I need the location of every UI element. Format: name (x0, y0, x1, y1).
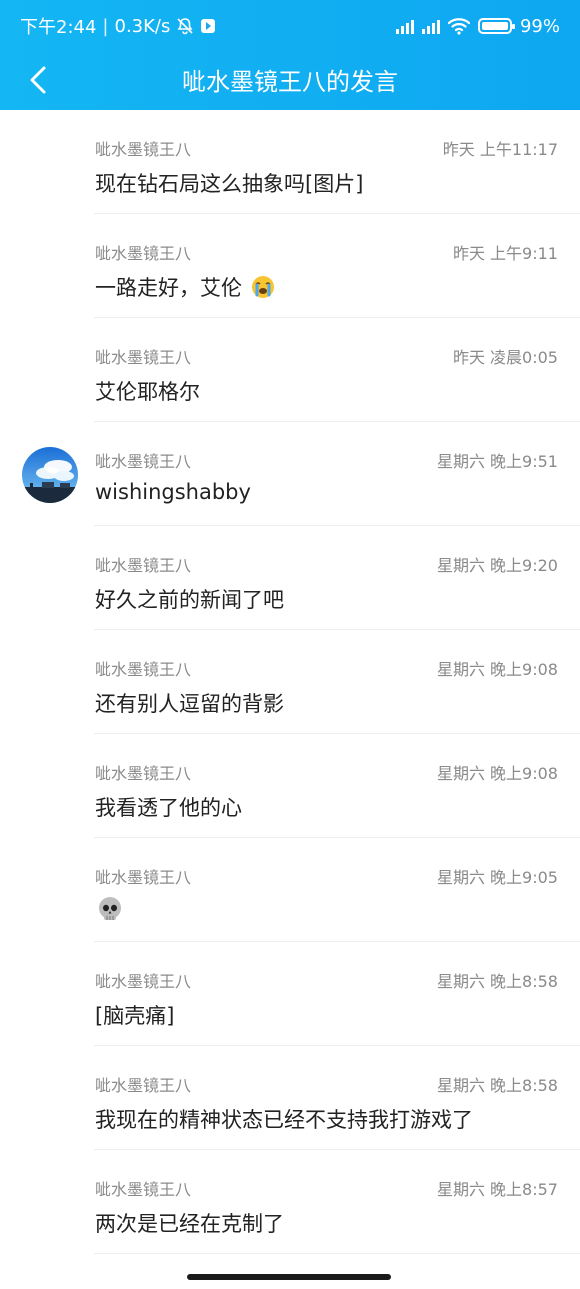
message-time: 星期六 晚上9:08 (436, 764, 558, 783)
message-meta: 呲水墨镜王八 星期六 晚上8:58 (95, 968, 558, 991)
message-text: 我现在的精神状态已经不支持我打游戏了 (95, 1108, 473, 1132)
avatar[interactable] (22, 447, 78, 503)
list-item[interactable]: 呲水墨镜王八 星期六 晚上8:58 [脑壳痛] (0, 942, 580, 1046)
message-text: 我看透了他的心 (95, 796, 242, 820)
signal-icon (421, 18, 440, 34)
author-name: 呲水墨镜王八 (95, 868, 192, 887)
signal-icon (395, 18, 414, 34)
status-left: 下午2:44 | 0.3K/s (20, 13, 216, 39)
list-item[interactable]: 呲水墨镜王八 星期六 晚上9:08 我看透了他的心 (0, 734, 580, 838)
message-text: 艾伦耶格尔 (95, 380, 200, 404)
message-text: 两次是已经在克制了 (95, 1212, 284, 1236)
message-content: 一路走好，艾伦 (95, 272, 558, 304)
message-text: 还有别人逗留的背影 (95, 692, 284, 716)
status-speed: 0.3K/s (114, 15, 171, 37)
list-item[interactable]: 呲水墨镜王八 昨天 上午9:11 一路走好，艾伦 (0, 214, 580, 318)
message-meta: 呲水墨镜王八 星期六 晚上9:20 (95, 552, 558, 575)
author-name: 呲水墨镜王八 (95, 244, 192, 263)
status-separator: | (102, 15, 109, 37)
message-time: 星期六 晚上9:05 (436, 868, 558, 887)
app-header: 下午2:44 | 0.3K/s 99% 呲水墨镜王八的发言 (0, 0, 580, 110)
author-name: 呲水墨镜王八 (95, 972, 192, 991)
message-meta: 呲水墨镜王八 星期六 晚上9:08 (95, 760, 558, 783)
author-name: 呲水墨镜王八 (95, 660, 192, 679)
nav-bar: 呲水墨镜王八的发言 (0, 52, 580, 110)
message-list: 呲水墨镜王八 昨天 上午11:17 现在钻石局这么抽象吗[图片] 呲水墨镜王八 … (0, 110, 580, 1254)
message-meta: 呲水墨镜王八 昨天 凌晨0:05 (95, 344, 558, 367)
author-name: 呲水墨镜王八 (95, 556, 192, 575)
list-item[interactable]: 呲水墨镜王八 星期六 晚上9:51 wishingshabby (0, 422, 580, 526)
message-time: 星期六 晚上8:58 (436, 1076, 558, 1095)
list-item[interactable]: 呲水墨镜王八 星期六 晚上9:05 (0, 838, 580, 942)
author-name: 呲水墨镜王八 (95, 140, 192, 159)
message-content (95, 896, 558, 927)
status-bar: 下午2:44 | 0.3K/s 99% (0, 0, 580, 52)
message-time: 星期六 晚上8:58 (436, 972, 558, 991)
skull-emoji-icon (97, 896, 123, 927)
message-meta: 呲水墨镜王八 星期六 晚上8:57 (95, 1176, 558, 1199)
message-text: 好久之前的新闻了吧 (95, 588, 284, 612)
list-item[interactable]: 呲水墨镜王八 星期六 晚上8:58 我现在的精神状态已经不支持我打游戏了 (0, 1046, 580, 1150)
message-meta: 呲水墨镜王八 星期六 晚上8:58 (95, 1072, 558, 1095)
app-badge-icon (200, 18, 216, 34)
page-title: 呲水墨镜王八的发言 (182, 68, 398, 96)
message-time: 星期六 晚上8:57 (436, 1180, 558, 1199)
message-time: 星期六 晚上9:08 (436, 660, 558, 679)
home-indicator[interactable] (187, 1274, 391, 1280)
message-meta: 呲水墨镜王八 星期六 晚上9:05 (95, 864, 558, 887)
list-item[interactable]: 呲水墨镜王八 星期六 晚上9:20 好久之前的新闻了吧 (0, 526, 580, 630)
list-item[interactable]: 呲水墨镜王八 星期六 晚上8:57 两次是已经在克制了 (0, 1150, 580, 1254)
message-meta: 呲水墨镜王八 昨天 上午9:11 (95, 240, 558, 263)
wifi-icon (447, 17, 470, 35)
author-name: 呲水墨镜王八 (95, 1180, 192, 1199)
message-meta: 呲水墨镜王八 星期六 晚上9:51 (95, 448, 558, 471)
message-time: 昨天 上午9:11 (452, 244, 558, 263)
message-meta: 呲水墨镜王八 昨天 上午11:17 (95, 136, 558, 159)
author-name: 呲水墨镜王八 (95, 764, 192, 783)
author-name: 呲水墨镜王八 (95, 1076, 192, 1095)
list-item[interactable]: 呲水墨镜王八 星期六 晚上9:08 还有别人逗留的背影 (0, 630, 580, 734)
status-right: 99% (395, 15, 560, 37)
message-text: 一路走好，艾伦 (95, 276, 242, 300)
battery-percent: 99% (519, 15, 560, 37)
list-item[interactable]: 呲水墨镜王八 昨天 凌晨0:05 艾伦耶格尔 (0, 318, 580, 422)
message-text: 现在钻石局这么抽象吗[图片] (95, 172, 364, 196)
message-meta: 呲水墨镜王八 星期六 晚上9:08 (95, 656, 558, 679)
bell-off-icon (176, 17, 194, 35)
message-time: 昨天 上午11:17 (442, 140, 558, 159)
status-time: 下午2:44 (20, 17, 97, 38)
message-time: 昨天 凌晨0:05 (452, 348, 558, 367)
author-name: 呲水墨镜王八 (95, 452, 192, 471)
divider (94, 1253, 580, 1254)
message-text: [脑壳痛] (95, 1004, 175, 1028)
author-name: 呲水墨镜王八 (95, 348, 192, 367)
crying-emoji-icon (251, 275, 275, 304)
message-time: 星期六 晚上9:51 (436, 452, 558, 471)
battery-icon (477, 18, 515, 34)
list-item[interactable]: 呲水墨镜王八 昨天 上午11:17 现在钻石局这么抽象吗[图片] (0, 110, 580, 214)
message-time: 星期六 晚上9:20 (436, 556, 558, 575)
message-text: wishingshabby (95, 480, 251, 504)
